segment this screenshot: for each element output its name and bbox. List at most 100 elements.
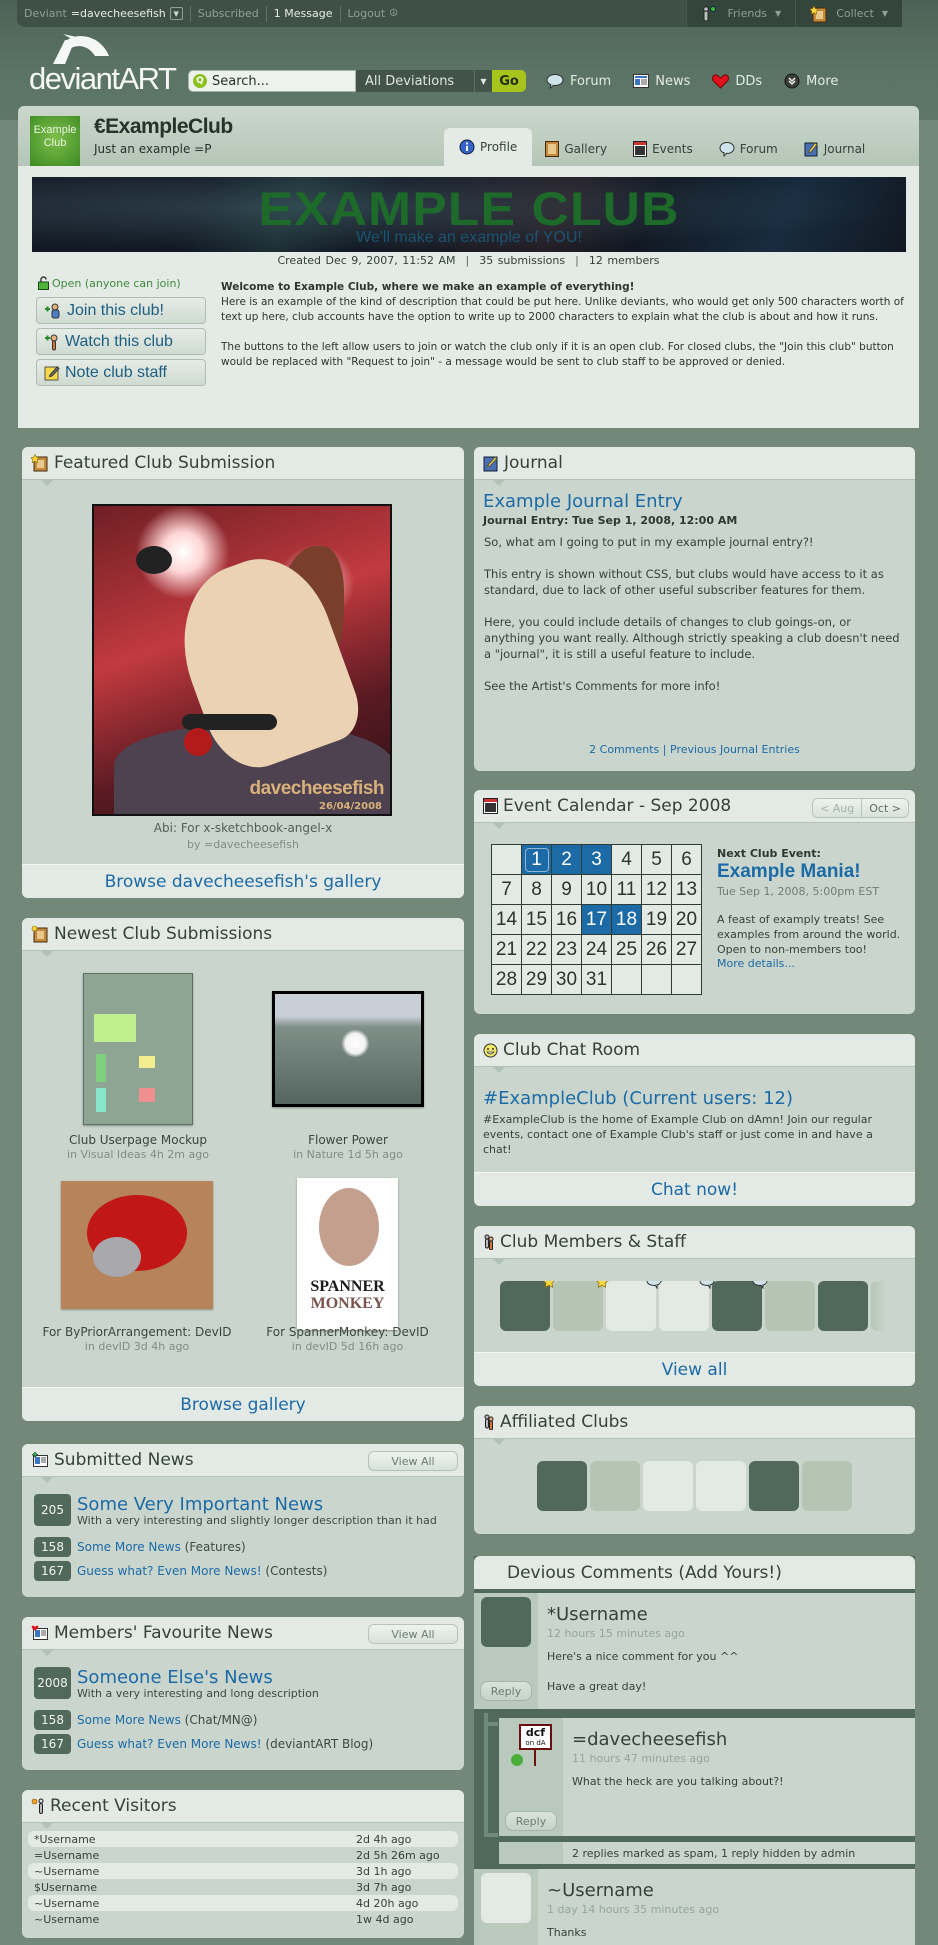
member-avatar[interactable] [500,1281,555,1331]
news-item[interactable]: 158 Some More News (Features) [34,1537,246,1557]
previous-entries-link[interactable]: Previous Journal Entries [670,743,800,756]
calendar-day[interactable]: 29 [521,964,552,995]
submission-thumb[interactable]: Flower Power in Nature 1d 5h ago [272,991,424,1161]
submission-thumb[interactable]: Club Userpage Mockup in Visual Ideas 4h … [67,973,209,1161]
view-all-button[interactable]: View All [368,1624,458,1644]
comments-title[interactable]: Devious Comments (Add Yours!) [507,1563,782,1583]
news-title[interactable]: Some Very Important News [77,1494,437,1515]
visitor-name[interactable]: $Username [34,1881,97,1894]
calendar-day[interactable]: 31 [581,964,612,995]
calendar-day[interactable]: 14 [491,904,522,935]
logout-link[interactable]: Logout [348,7,386,20]
member-avatar[interactable] [712,1281,768,1331]
calendar-day[interactable]: 27 [671,934,702,965]
submission-thumb[interactable]: For ByPriorArrangement: DevID in devID 3… [42,1181,232,1353]
news-item-featured[interactable]: 2008 Someone Else's News With a very int… [34,1667,319,1699]
visitor-name[interactable]: ~Username [34,1897,99,1910]
tab-journal[interactable]: Journal [791,132,879,166]
user-menu[interactable]: Deviant =davecheesefish ▼ [17,0,190,27]
prev-month-button[interactable]: < Aug [813,799,863,817]
calendar-day[interactable]: 23 [551,934,582,965]
journal-entry-title[interactable]: Example Journal Entry [483,491,683,512]
avatar[interactable] [481,1873,531,1923]
tab-forum[interactable]: Forum [706,132,791,166]
news-item[interactable]: 167 Guess what? Even More News! (Contest… [34,1561,327,1581]
calendar-day[interactable]: 1 [521,844,552,875]
calendar-day[interactable]: 9 [551,874,582,905]
browse-gallery-link[interactable]: Browse gallery [22,1387,464,1421]
search-scope-select[interactable]: All Deviations ▼ [356,70,492,92]
calendar-day[interactable]: 18 [611,904,642,935]
friends-menu[interactable]: Friends ▼ [686,0,796,27]
deviantart-logo[interactable]: deviantART [29,34,177,96]
featured-artist[interactable]: by =davecheesefish [22,838,464,851]
member-avatar[interactable] [765,1281,815,1331]
affiliate-club-avatar[interactable] [643,1461,693,1511]
username-link[interactable]: =davecheesefish [71,7,166,20]
join-club-button[interactable]: Join this club! [36,297,206,324]
view-all-button[interactable]: View All [368,1451,458,1471]
calendar-day[interactable]: 22 [521,934,552,965]
browse-artist-gallery-link[interactable]: Browse davecheesefish's gallery [22,864,464,898]
calendar-day[interactable]: 3 [581,844,612,875]
affiliate-club-avatar[interactable] [696,1461,746,1511]
calendar-day[interactable]: 17 [581,904,612,935]
calendar-day[interactable]: 15 [521,904,552,935]
member-avatar[interactable] [553,1281,608,1331]
visitor-row[interactable]: $Username 3d 7h ago [28,1879,458,1895]
calendar-day[interactable]: 8 [521,874,552,905]
news-title[interactable]: Guess what? Even More News! [77,1564,262,1578]
news-item-featured[interactable]: 205 Some Very Important News With a very… [34,1494,437,1526]
note-staff-button[interactable]: Note club staff [36,359,206,386]
visitor-name[interactable]: ~Username [34,1913,99,1926]
tab-gallery[interactable]: Gallery [532,132,620,166]
visitor-name[interactable]: ~Username [34,1865,99,1878]
affiliate-club-avatar[interactable] [590,1461,640,1511]
calendar-day[interactable]: 4 [611,844,642,875]
calendar-day[interactable]: 30 [551,964,582,995]
more-details-link[interactable]: More details... [717,957,907,970]
visitor-row[interactable]: ~Username 1w 4d ago [28,1911,458,1927]
calendar-day[interactable]: 7 [491,874,522,905]
comment-username[interactable]: =davecheesefish [572,1729,727,1750]
avatar[interactable] [481,1597,531,1647]
nav-forum[interactable]: Forum [546,73,611,89]
visitor-row[interactable]: *Username 2d 4h ago [28,1831,458,1847]
chat-room-name[interactable]: #ExampleClub (Current users: 12) [483,1088,793,1109]
featured-artwork-image[interactable]: davecheesefish 26/04/2008 [92,504,392,816]
affiliate-club-avatar[interactable] [802,1461,852,1511]
member-avatar[interactable] [659,1281,715,1331]
search-input[interactable]: Q Search... [188,70,356,92]
chat-now-link[interactable]: Chat now! [474,1172,915,1206]
calendar-day[interactable]: 11 [611,874,642,905]
view-all-members-link[interactable]: View all [474,1352,915,1386]
visitor-name[interactable]: *Username [34,1833,96,1846]
calendar-day[interactable]: 13 [671,874,702,905]
calendar-day[interactable]: 24 [581,934,612,965]
submission-thumb[interactable]: SPANNER MONKEY For SpannerMonkey: DevID … [266,1178,429,1353]
club-avatar[interactable]: Example Club [30,116,80,166]
reply-button[interactable]: Reply [480,1681,532,1701]
calendar-day[interactable]: 12 [641,874,672,905]
calendar-day[interactable]: 19 [641,904,672,935]
messages-link[interactable]: 1 Message [274,7,333,20]
next-event-name[interactable]: Example Mania! [717,861,907,883]
next-month-button[interactable]: Oct > [862,799,908,817]
calendar-day[interactable]: 28 [491,964,522,995]
calendar-day[interactable]: 2 [551,844,582,875]
watch-club-button[interactable]: Watch this club [36,328,206,355]
featured-title[interactable]: Abi: For x-sketchbook-angel-x [22,821,464,835]
tab-profile[interactable]: Profile [444,128,533,166]
news-title[interactable]: Guess what? Even More News! [77,1737,262,1751]
visitor-row[interactable]: ~Username 3d 1h ago [28,1863,458,1879]
news-item[interactable]: 167 Guess what? Even More News! (deviant… [34,1734,373,1754]
news-title[interactable]: Some More News [77,1713,181,1727]
user-dropdown-icon[interactable]: ▼ [169,7,183,20]
calendar-day[interactable]: 6 [671,844,702,875]
calendar-day[interactable]: 25 [611,934,642,965]
nav-news[interactable]: News [633,74,690,89]
affiliate-club-avatar[interactable] [537,1461,587,1511]
avatar[interactable]: dcf on dA [519,1724,552,1750]
subscribed-link[interactable]: Subscribed [198,7,259,20]
visitor-name[interactable]: =Username [34,1849,99,1862]
